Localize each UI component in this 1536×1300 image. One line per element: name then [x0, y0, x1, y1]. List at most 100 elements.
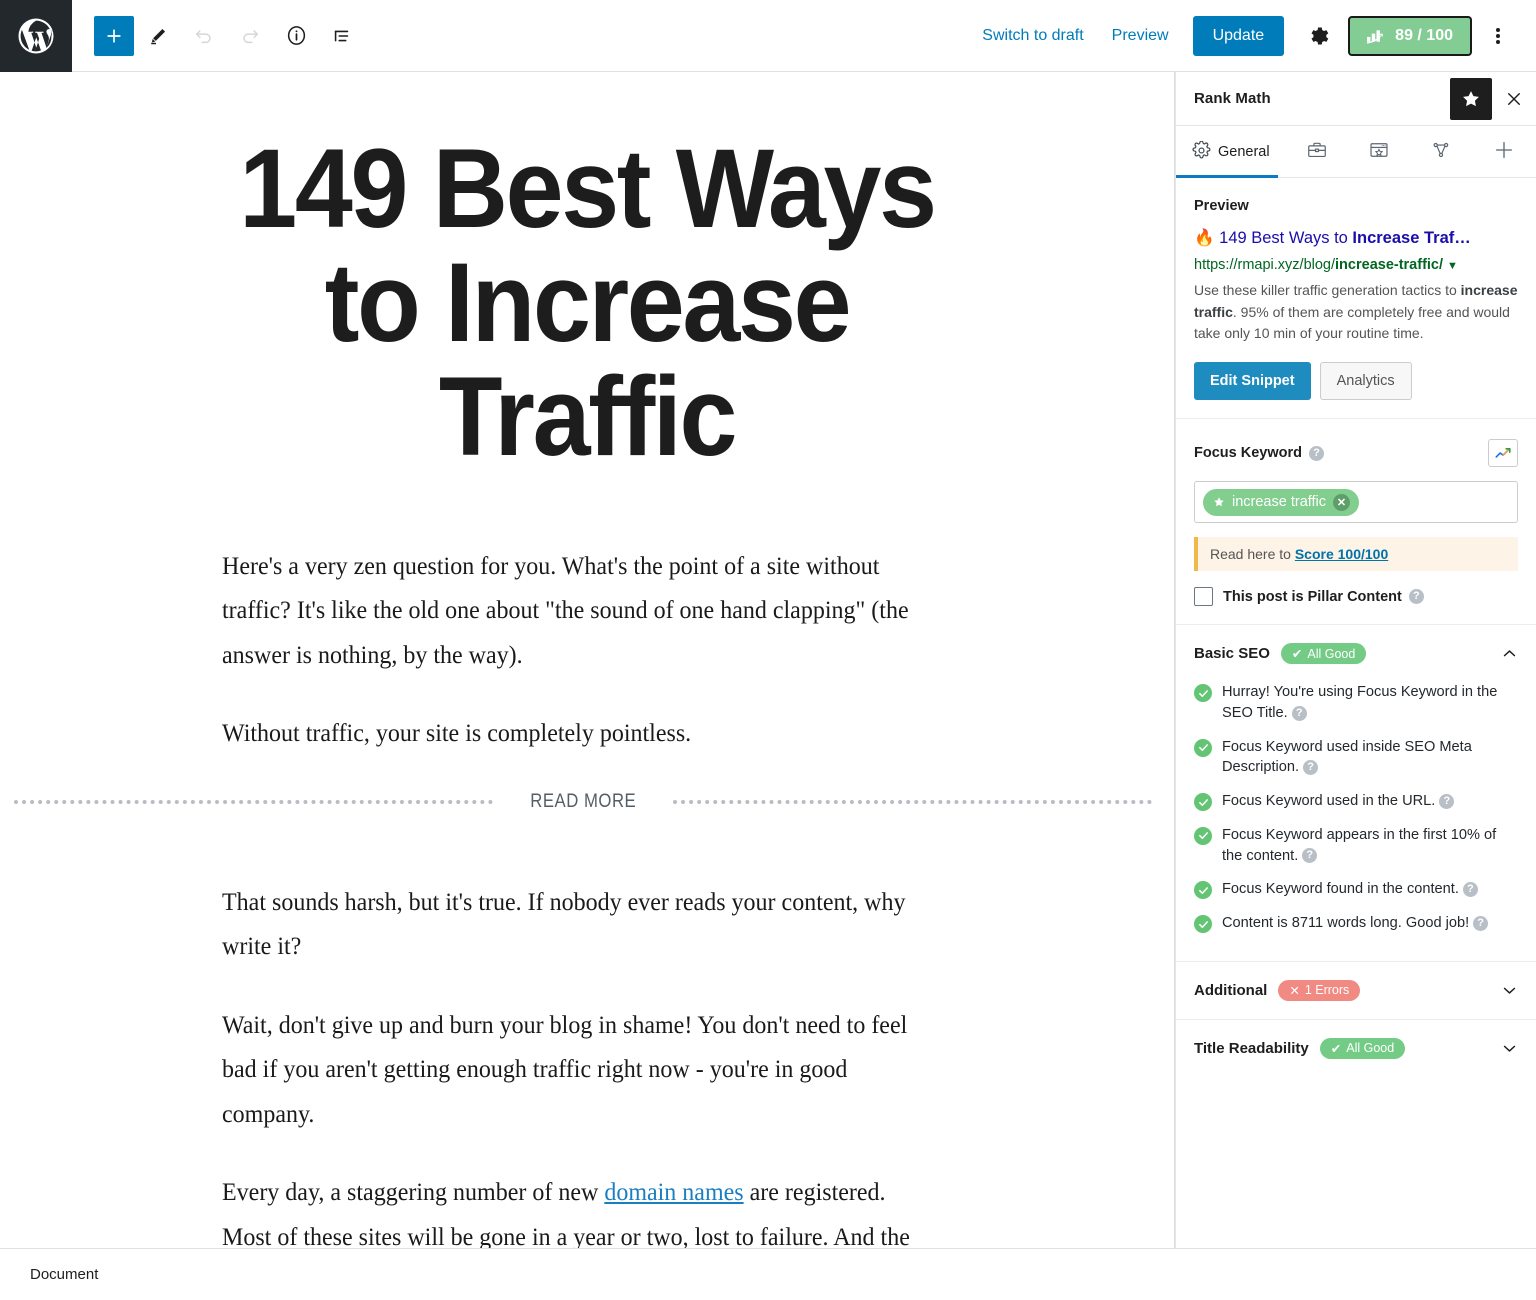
post-canvas[interactable]: 149 Best Ways to Increase Traffic Here's…: [0, 72, 1175, 1248]
basic-seo-status-badge: ✔ All Good: [1280, 643, 1367, 665]
preview-button[interactable]: Preview: [1098, 19, 1183, 53]
paragraph-block[interactable]: Here's a very zen question for you. What…: [222, 545, 923, 679]
focus-keyword-section: Focus Keyword ? increase traffic ✕ Read …: [1176, 419, 1536, 626]
serp-title-keyword: Increase Traf…: [1352, 229, 1471, 247]
help-circle-icon[interactable]: ?: [1303, 760, 1319, 776]
read-more-block[interactable]: READ MORE: [0, 791, 1164, 813]
help-circle-icon[interactable]: ?: [1462, 881, 1478, 897]
tab-general[interactable]: General: [1176, 126, 1286, 178]
checklist-item-text: Focus Keyword used in the URL.: [1222, 793, 1436, 810]
check-icon: ✔: [1330, 1041, 1342, 1056]
editor-top-toolbar: Switch to draft Preview Update 89 / 100: [0, 0, 1536, 72]
checklist-item-text: Focus Keyword used inside SEO Meta Descr…: [1222, 738, 1472, 776]
title-readability-status-badge: ✔ All Good: [1319, 1037, 1406, 1059]
tab-schema[interactable]: [1286, 126, 1348, 177]
serp-title-plain: 149 Best Ways to: [1219, 229, 1353, 247]
help-circle-icon[interactable]: ?: [1408, 589, 1424, 605]
serp-preview-title[interactable]: 🔥 149 Best Ways to Increase Traf…: [1194, 228, 1518, 249]
focus-keyword-chip[interactable]: increase traffic ✕: [1203, 488, 1360, 516]
focus-keyword-label: Focus Keyword: [1194, 445, 1302, 462]
chevron-down-icon[interactable]: ▼: [1447, 260, 1458, 272]
score-notice-link[interactable]: Score 100/100: [1295, 546, 1388, 562]
wordpress-logo-icon[interactable]: [0, 0, 72, 72]
additional-badge-label: 1 Errors: [1304, 983, 1350, 998]
check-circle-icon: [1194, 684, 1212, 703]
post-content-after-more[interactable]: That sounds harsh, but it's true. If nob…: [222, 849, 952, 1248]
help-circle-icon[interactable]: ?: [1473, 915, 1489, 931]
star-icon[interactable]: [1450, 77, 1492, 120]
trending-chart-icon[interactable]: [1488, 439, 1518, 468]
seo-score-badge[interactable]: 89 / 100: [1348, 15, 1472, 56]
pillar-content-label: This post is Pillar Content: [1223, 588, 1402, 605]
redo-arrow-icon[interactable]: [228, 14, 272, 58]
accordion-basic-seo[interactable]: Basic SEO ✔ All Good: [1176, 625, 1536, 682]
checklist-item-text: Hurray! You're using Focus Keyword in th…: [1222, 684, 1498, 721]
paragraph-block[interactable]: That sounds harsh, but it's true. If nob…: [222, 881, 923, 970]
edit-tool-button[interactable]: [136, 14, 180, 58]
breadcrumb[interactable]: Document: [30, 1266, 98, 1283]
help-circle-icon[interactable]: ?: [1308, 445, 1324, 461]
update-button[interactable]: Update: [1192, 15, 1285, 56]
gear-icon[interactable]: [1296, 14, 1340, 58]
help-circle-icon[interactable]: ?: [1291, 705, 1307, 721]
checklist-item: Focus Keyword appears in the first 10% o…: [1194, 825, 1518, 866]
share-nodes-icon: [1430, 139, 1452, 164]
kebab-menu-icon[interactable]: [1478, 14, 1518, 58]
info-circle-icon[interactable]: [274, 14, 318, 58]
basic-seo-title: Basic SEO: [1194, 645, 1270, 663]
undo-arrow-icon[interactable]: [182, 14, 226, 58]
paragraph-block[interactable]: Without traffic, your site is completely…: [222, 712, 923, 757]
serp-desc-part2: . 95% of them are completely free and wo…: [1194, 303, 1510, 341]
preview-actions: Edit Snippet Analytics: [1194, 362, 1518, 401]
title-readability-badge-label: All Good: [1346, 1041, 1395, 1056]
chevron-down-icon[interactable]: [1501, 1040, 1518, 1057]
star-icon: [1213, 496, 1225, 508]
fire-emoji-icon: 🔥: [1194, 229, 1215, 247]
help-circle-icon[interactable]: ?: [1302, 848, 1318, 864]
switch-to-draft-button[interactable]: Switch to draft: [968, 19, 1097, 53]
tab-link-suggestions[interactable]: [1410, 126, 1472, 177]
add-block-button[interactable]: [94, 15, 134, 56]
edit-snippet-button[interactable]: Edit Snippet: [1194, 362, 1311, 401]
domain-names-link[interactable]: domain names: [604, 1179, 743, 1206]
serp-preview-url[interactable]: https://rmapi.xyz/blog/increase-traffic/…: [1194, 256, 1518, 275]
pillar-content-checkbox[interactable]: [1194, 587, 1213, 607]
read-more-dash-left: [14, 799, 493, 804]
focus-keyword-chip-text: increase traffic: [1232, 494, 1327, 511]
editor-status-bar: Document: [0, 1248, 1536, 1300]
post-title[interactable]: 149 Best Ways to Increase Traffic: [201, 131, 973, 475]
title-readability-title: Title Readability: [1194, 1039, 1309, 1057]
tab-social[interactable]: [1348, 126, 1410, 177]
pillar-content-row[interactable]: This post is Pillar Content ?: [1194, 587, 1518, 607]
basic-seo-checklist: Hurray! You're using Focus Keyword in th…: [1176, 682, 1536, 960]
focus-keyword-input[interactable]: increase traffic ✕: [1194, 481, 1518, 524]
close-x-icon[interactable]: [1492, 77, 1536, 121]
checklist-item-text: Focus Keyword found in the content.: [1222, 881, 1459, 898]
post-content[interactable]: Here's a very zen question for you. What…: [222, 475, 952, 757]
rank-math-bars-icon: [1367, 28, 1386, 44]
rank-math-panel-scroll[interactable]: Preview 🔥 149 Best Ways to Increase Traf…: [1176, 178, 1536, 1248]
check-circle-icon: [1194, 793, 1212, 812]
checklist-item: Focus Keyword found in the content.?: [1194, 879, 1518, 900]
paragraph-block[interactable]: Wait, don't give up and burn your blog i…: [222, 1004, 923, 1138]
chevron-down-icon[interactable]: [1501, 982, 1518, 999]
serp-preview-description: Use these killer traffic generation tact…: [1194, 280, 1518, 344]
tab-add[interactable]: [1472, 126, 1536, 177]
briefcase-icon: [1306, 139, 1328, 164]
paragraph-block-with-link[interactable]: Every day, a staggering number of new do…: [222, 1171, 923, 1248]
gear-icon: [1192, 139, 1211, 163]
accordion-additional[interactable]: Additional ✕ 1 Errors: [1176, 960, 1536, 1019]
toolbar-right-actions: Switch to draft Preview Update 89 / 100: [968, 0, 1536, 71]
preview-heading: Preview: [1194, 198, 1249, 214]
analytics-button[interactable]: Analytics: [1319, 362, 1412, 401]
score-notice: Read here to Score 100/100: [1194, 537, 1518, 572]
chevron-up-icon[interactable]: [1501, 645, 1518, 662]
rank-math-header: Rank Math: [1176, 72, 1536, 126]
help-circle-icon[interactable]: ?: [1439, 793, 1455, 809]
checklist-item: Content is 8711 words long. Good job!?: [1194, 913, 1518, 934]
accordion-title-readability[interactable]: Title Readability ✔ All Good: [1176, 1018, 1536, 1077]
check-circle-icon: [1194, 915, 1212, 934]
list-view-icon[interactable]: [320, 14, 364, 58]
remove-x-icon[interactable]: ✕: [1333, 493, 1351, 511]
